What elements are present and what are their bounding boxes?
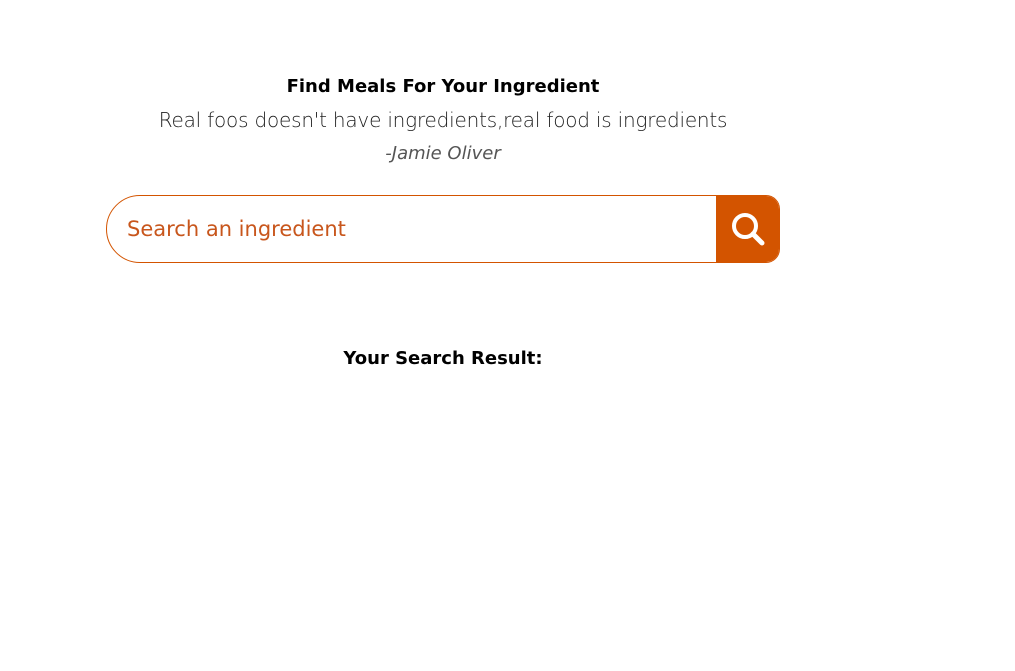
results-heading: Your Search Result: [343, 348, 543, 369]
search-bar [106, 195, 780, 263]
search-input[interactable] [107, 196, 716, 262]
search-icon [731, 213, 764, 246]
quote-author: -Jamie Oliver [385, 143, 501, 164]
page-title: Find Meals For Your Ingredient [286, 76, 600, 97]
quote-text: Real foos doesn't have ingredients,real … [158, 108, 728, 132]
search-button[interactable] [716, 196, 779, 262]
results-list [106, 390, 780, 650]
